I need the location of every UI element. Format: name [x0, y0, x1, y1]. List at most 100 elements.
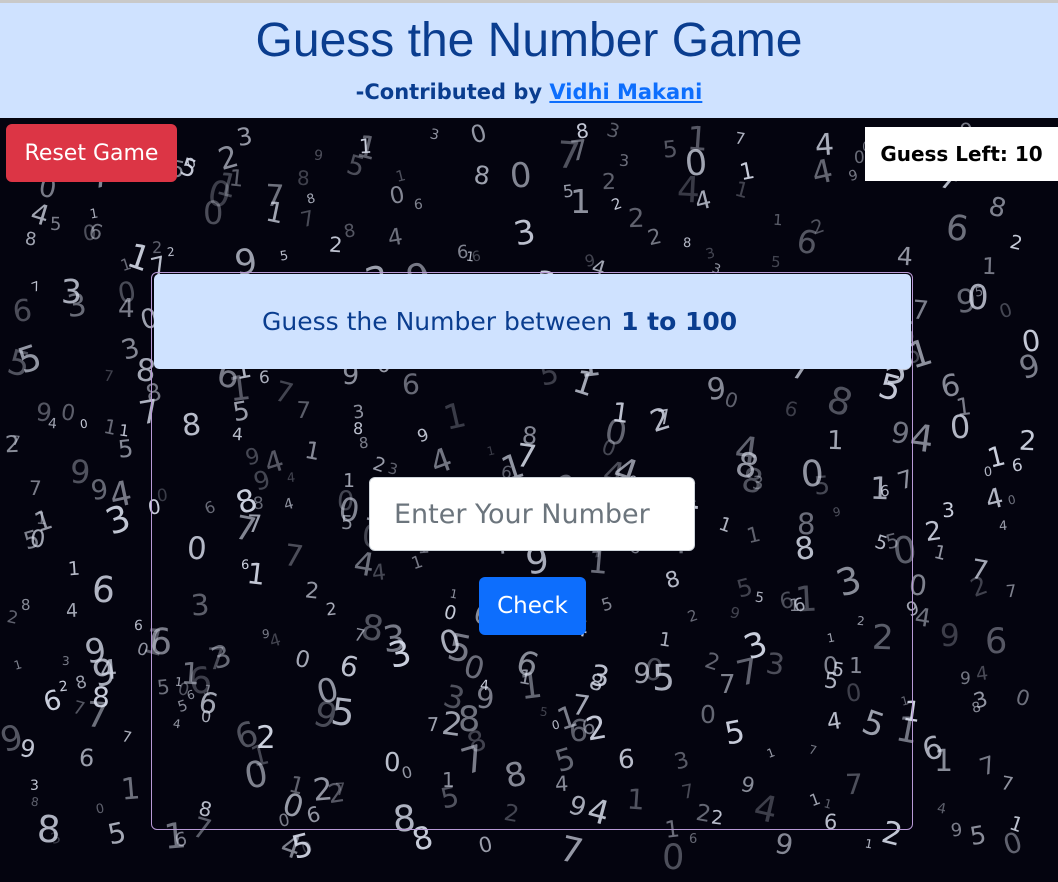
background-digit: 3	[30, 778, 39, 794]
background-digit: 2	[214, 139, 243, 178]
background-digit: 7	[29, 279, 43, 296]
range-value: 1 to 100	[621, 307, 738, 336]
background-digit: 0	[185, 155, 198, 173]
background-digit: 9	[81, 629, 110, 672]
background-digit: 5	[561, 181, 575, 203]
background-digit: 4	[385, 223, 405, 253]
background-digit: 1	[67, 557, 81, 581]
background-digit: 7	[264, 178, 286, 215]
background-digit: 4	[98, 654, 119, 687]
background-digit: 9	[954, 281, 978, 321]
background-digit: 3	[60, 271, 83, 312]
background-digit: 5	[661, 136, 679, 164]
background-digit: 5	[973, 284, 985, 301]
background-digit: 6	[1010, 455, 1024, 477]
background-digit: 6	[90, 569, 117, 612]
background-digit: 4	[118, 294, 135, 324]
check-button[interactable]: Check	[479, 577, 586, 635]
background-digit: 4	[275, 827, 306, 868]
background-digit: 1	[101, 413, 120, 441]
background-digit: 7	[568, 133, 590, 168]
background-digit: 6	[918, 728, 948, 770]
background-digit: 6	[470, 248, 483, 266]
background-digit: 7	[28, 475, 42, 501]
background-digit: 9	[1015, 346, 1045, 388]
background-digit: 1	[118, 253, 134, 276]
background-digit: 7	[968, 553, 991, 588]
background-digit: 0	[115, 274, 139, 311]
background-digit: 1	[119, 771, 142, 808]
background-digit: 9	[583, 250, 597, 271]
background-digit: 2	[5, 607, 20, 629]
background-digit: 7	[733, 128, 747, 149]
guess-left-label: Guess Left:	[880, 142, 1008, 166]
background-digit: 6	[172, 828, 189, 852]
number-input[interactable]	[369, 477, 695, 551]
background-digit: 5	[343, 149, 369, 184]
background-digit: 5	[3, 341, 35, 387]
background-digit: 2	[1007, 230, 1025, 256]
background-digit: 2	[609, 193, 625, 215]
background-digit: 0	[996, 298, 1016, 324]
background-digit: 2	[966, 570, 992, 603]
background-digit: 1	[88, 206, 100, 223]
background-digit: 5	[770, 252, 782, 272]
background-digit: 7	[298, 205, 317, 233]
guess-left-value: 10	[1014, 142, 1043, 166]
background-digit: 4	[47, 415, 58, 433]
background-digit: 4	[813, 127, 836, 164]
background-digit: 7	[555, 133, 583, 178]
background-digit: 8	[20, 595, 31, 615]
background-digit: 0	[1012, 684, 1033, 712]
background-digit: 4	[896, 241, 914, 272]
background-digit: 3	[941, 497, 956, 523]
reset-game-button[interactable]: Reset Game	[6, 124, 177, 182]
background-digit: 8	[985, 191, 1010, 225]
background-digit: 9	[949, 819, 964, 842]
background-digit: 9	[772, 826, 796, 863]
background-digit: 0	[948, 407, 972, 447]
background-digit: 6	[86, 218, 106, 246]
page-header: Guess the Number Game -Contributed by Vi…	[0, 0, 1058, 118]
background-digit: 6	[78, 743, 96, 773]
background-digit: 2	[328, 232, 344, 258]
background-digit: 1	[863, 836, 874, 852]
background-digit: 1	[984, 440, 1009, 475]
background-digit: 1	[1006, 810, 1027, 838]
background-digit: 4	[982, 482, 1007, 517]
background-digit: 9	[959, 668, 972, 690]
background-digit: 6	[456, 241, 470, 264]
background-digit: 9	[88, 651, 120, 696]
background-digit: 1	[353, 128, 381, 168]
background-digit: 7	[70, 696, 88, 721]
background-digit: 3	[48, 828, 63, 848]
background-digit: 5	[20, 524, 43, 556]
background-digit: 0	[999, 825, 1027, 862]
background-digit: 1	[934, 744, 954, 779]
background-digit: 1	[122, 235, 156, 281]
background-digit: 7	[84, 695, 111, 737]
background-digit: 2	[166, 244, 176, 260]
author-link[interactable]: Vidhi Makani	[549, 80, 702, 104]
background-digit: 8	[472, 160, 492, 191]
contributor-prefix: -Contributed by	[355, 80, 543, 104]
background-digit: 1	[30, 504, 57, 539]
background-digit: 6	[10, 292, 35, 331]
background-digit: 1	[981, 253, 998, 281]
background-digit: 3	[65, 287, 89, 325]
background-digit: 1	[772, 210, 784, 230]
background-digit: 3	[61, 653, 70, 669]
background-digit: 0	[966, 277, 990, 319]
background-digit: 6	[133, 617, 144, 635]
background-digit: 0	[59, 400, 77, 427]
background-digit: 1	[685, 118, 710, 159]
background-digit: 7	[120, 727, 134, 747]
game-card: Guess the Number between 1 to 100 Check	[151, 272, 913, 830]
background-digit: 4	[807, 151, 837, 193]
background-digit: 8	[682, 235, 692, 252]
background-digit: 0	[983, 464, 994, 481]
background-digit: 8	[574, 118, 591, 144]
background-digit: 0	[661, 837, 685, 879]
background-digit: 0	[1006, 492, 1018, 508]
background-digit: 0	[203, 173, 235, 218]
